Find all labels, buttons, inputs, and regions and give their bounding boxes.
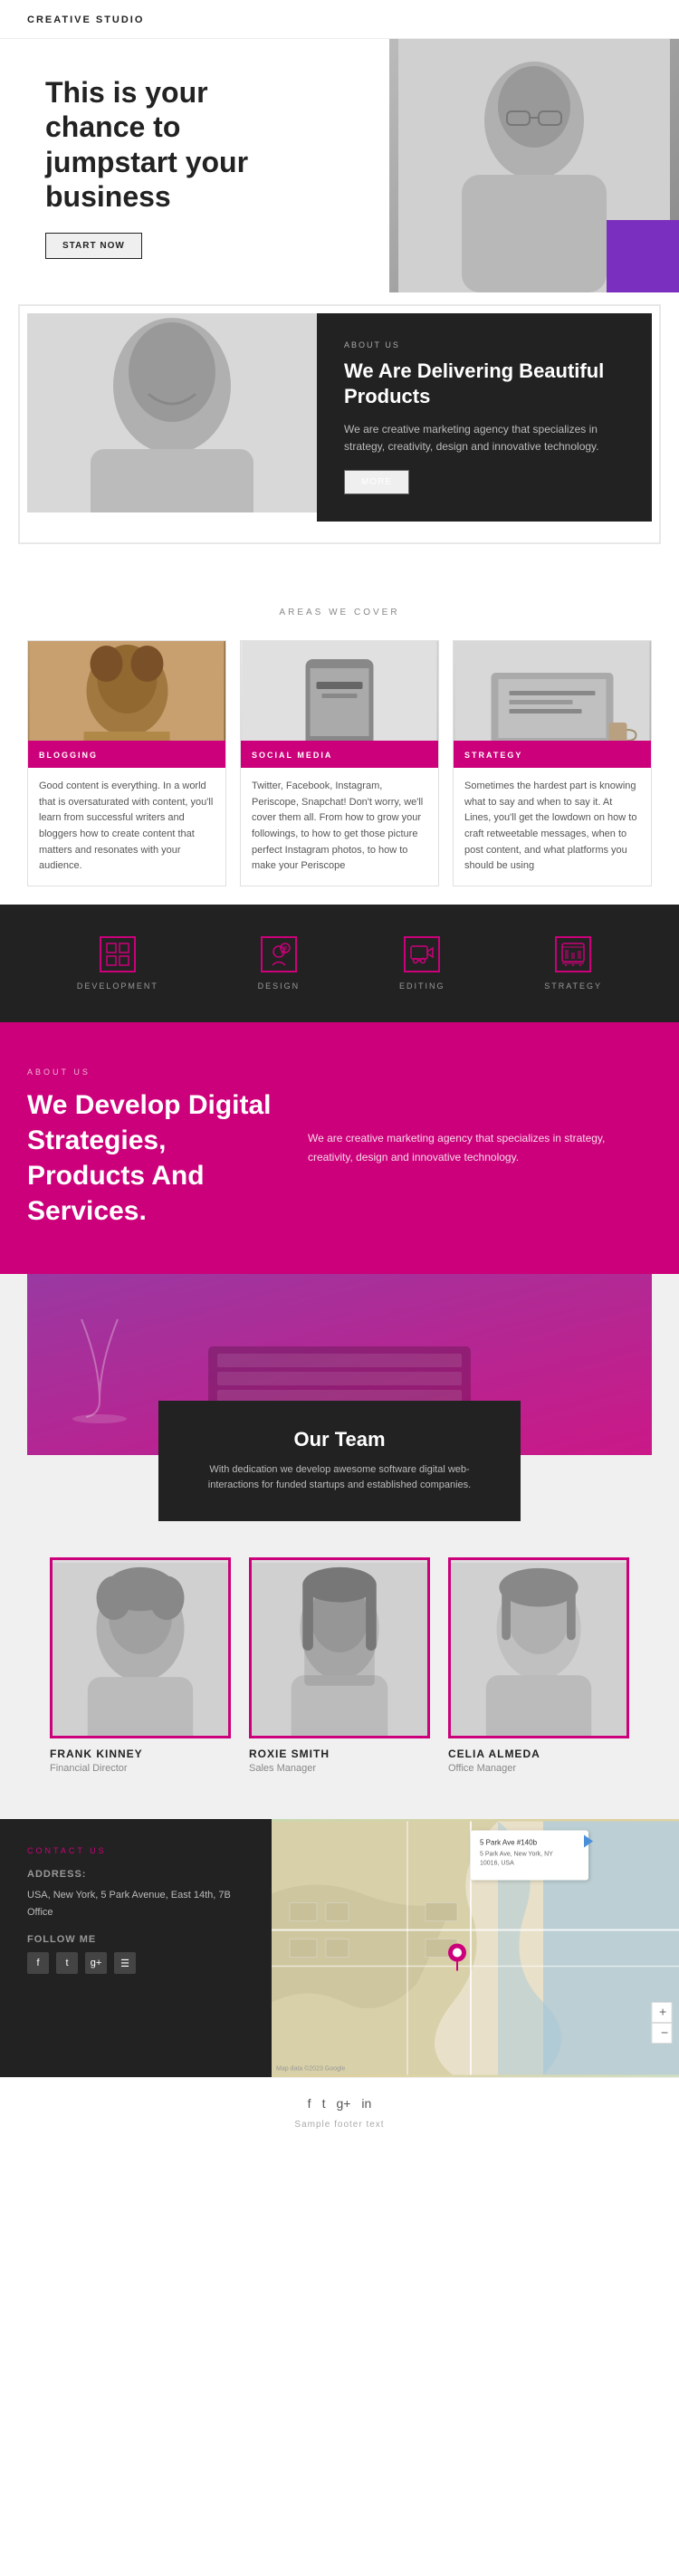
strip-item-design: DESIGN	[258, 936, 301, 991]
blogging-label-bar: BLOGGING	[28, 741, 225, 768]
about-section: ABOUT US We Are Delivering Beautiful Pro…	[27, 313, 652, 536]
celia-photo	[448, 1557, 629, 1738]
design-label: DESIGN	[258, 982, 301, 991]
team-card-celia: CELIA ALMEDA Office Manager	[448, 1557, 629, 1774]
about-heading: We Are Delivering Beautiful Products	[344, 359, 625, 410]
blogging-photo: BLOGGING	[28, 641, 225, 768]
pink-about-label: ABOUT US	[27, 1068, 281, 1077]
social-desc: Twitter, Facebook, Instagram, Periscope,…	[241, 768, 438, 886]
area-card-blogging: BLOGGING Good content is everything. In …	[27, 640, 226, 886]
team-heading: Our Team	[186, 1428, 493, 1451]
team-section: Our Team With dedication we develop awes…	[0, 1274, 679, 1819]
about-photo	[27, 313, 317, 512]
strategy-label-bar: STRATEGY	[454, 741, 651, 768]
hero-heading: This is your chance to jumpstart your bu…	[45, 75, 335, 215]
area-card-social: SOCIAL MEDIA Twitter, Facebook, Instagra…	[240, 640, 439, 886]
social-label: SOCIAL MEDIA	[252, 751, 332, 760]
svg-text:5 Park Ave, New York, NY: 5 Park Ave, New York, NY	[480, 1851, 553, 1857]
contact-section: CONTACT US Address: USA, New York, 5 Par…	[0, 1819, 679, 2077]
footer: f t g+ in Sample footer text	[0, 2077, 679, 2148]
hero-section: This is your chance to jumpstart your bu…	[0, 39, 679, 313]
about-more-button[interactable]: MORE	[344, 470, 409, 494]
roxie-role: Sales Manager	[249, 1763, 430, 1774]
frank-photo	[50, 1557, 231, 1738]
hero-content: This is your chance to jumpstart your bu…	[45, 75, 335, 259]
svg-text:−: −	[661, 2025, 668, 2039]
roxie-name: ROXIE SMITH	[249, 1748, 430, 1760]
blogging-desc: Good content is everything. In a world t…	[28, 768, 225, 886]
footer-google-icon[interactable]: g+	[336, 2096, 350, 2111]
strategy-icon	[555, 936, 591, 972]
map-area: 5 Park Ave #140b 5 Park Ave, New York, N…	[272, 1819, 679, 2077]
dark-strip-icons: DEVELOPMENT DESIGN	[27, 936, 652, 991]
logo: CREATIVE STUDIO	[27, 14, 144, 25]
roxie-photo	[249, 1557, 430, 1738]
areas-section: AREAS WE COVER BLOGGING Good content is …	[0, 562, 679, 905]
frank-role: Financial Director	[50, 1763, 231, 1774]
contact-facebook-icon[interactable]: f	[27, 1952, 49, 1974]
social-photo: SOCIAL MEDIA	[241, 641, 438, 768]
celia-name: CELIA ALMEDA	[448, 1748, 629, 1760]
design-icon	[261, 936, 297, 972]
about-description: We are creative marketing agency that sp…	[344, 421, 625, 455]
contact-label: CONTACT US	[27, 1846, 244, 1855]
development-icon	[100, 936, 136, 972]
hero-purple-accent	[607, 220, 679, 292]
strategy-label: STRATEGY	[464, 751, 522, 760]
pink-about-left: ABOUT US We Develop Digital Strategies, …	[27, 1068, 281, 1229]
pink-about-right: We are creative marketing agency that sp…	[308, 1129, 652, 1166]
pink-about-description: We are creative marketing agency that sp…	[308, 1129, 652, 1166]
pink-about-heading: We Develop Digital Strategies, Products …	[27, 1087, 281, 1229]
areas-grid: BLOGGING Good content is everything. In …	[27, 640, 652, 886]
footer-facebook-icon[interactable]: f	[308, 2096, 311, 2111]
contact-left: CONTACT US Address: USA, New York, 5 Par…	[0, 1819, 272, 2077]
strip-item-strategy: STRATEGY	[544, 936, 602, 991]
development-label: DEVELOPMENT	[77, 982, 158, 991]
contact-address-label: Address:	[27, 1869, 244, 1880]
contact-instagram-icon[interactable]: ☰	[114, 1952, 136, 1974]
frank-name: FRANK KINNEY	[50, 1748, 231, 1760]
editing-icon	[404, 936, 440, 972]
blogging-label: BLOGGING	[39, 751, 98, 760]
svg-text:Map data ©2023 Google: Map data ©2023 Google	[276, 2064, 345, 2072]
map-placeholder: 5 Park Ave #140b 5 Park Ave, New York, N…	[272, 1819, 679, 2077]
header: CREATIVE STUDIO	[0, 0, 679, 39]
team-header-box: Our Team With dedication we develop awes…	[158, 1401, 521, 1521]
team-description: With dedication we develop awesome softw…	[186, 1462, 493, 1494]
social-label-bar: SOCIAL MEDIA	[241, 741, 438, 768]
about-label: ABOUT US	[344, 340, 625, 350]
footer-twitter-icon[interactable]: t	[322, 2096, 326, 2111]
strip-item-editing: EDITING	[399, 936, 445, 991]
editing-label: EDITING	[399, 982, 445, 991]
pink-about-section: ABOUT US We Develop Digital Strategies, …	[0, 1022, 679, 1274]
contact-follow-label: Follow me	[27, 1934, 244, 1945]
footer-linkedin-icon[interactable]: in	[361, 2096, 371, 2111]
strategy-desc: Sometimes the hardest part is knowing wh…	[454, 768, 651, 886]
team-card-frank: FRANK KINNEY Financial Director	[50, 1557, 231, 1774]
footer-text: Sample footer text	[27, 2120, 652, 2130]
about-text-box: ABOUT US We Are Delivering Beautiful Pro…	[317, 313, 652, 522]
contact-google-icon[interactable]: g+	[85, 1952, 107, 1974]
hero-photo	[389, 39, 679, 292]
strip-item-development: DEVELOPMENT	[77, 936, 158, 991]
area-card-strategy: STRATEGY Sometimes the hardest part is k…	[453, 640, 652, 886]
svg-text:5 Park Ave #140b: 5 Park Ave #140b	[480, 1838, 538, 1846]
contact-address: USA, New York, 5 Park Avenue, East 14th,…	[27, 1887, 244, 1920]
areas-section-label: AREAS WE COVER	[27, 608, 652, 618]
celia-role: Office Manager	[448, 1763, 629, 1774]
svg-text:10016, USA: 10016, USA	[480, 1860, 514, 1866]
contact-twitter-icon[interactable]: t	[56, 1952, 78, 1974]
svg-text:+: +	[659, 2004, 666, 2018]
hero-cta-button[interactable]: START NOW	[45, 233, 142, 259]
team-grid: FRANK KINNEY Financial Director ROXIE SM…	[27, 1557, 652, 1774]
footer-social: f t g+ in	[27, 2096, 652, 2111]
dark-strip-section: DEVELOPMENT DESIGN	[0, 905, 679, 1022]
strategy-strip-label: STRATEGY	[544, 982, 602, 991]
strategy-photo: STRATEGY	[454, 641, 651, 768]
team-card-roxie: ROXIE SMITH Sales Manager	[249, 1557, 430, 1774]
contact-social-icons: f t g+ ☰	[27, 1952, 244, 1974]
